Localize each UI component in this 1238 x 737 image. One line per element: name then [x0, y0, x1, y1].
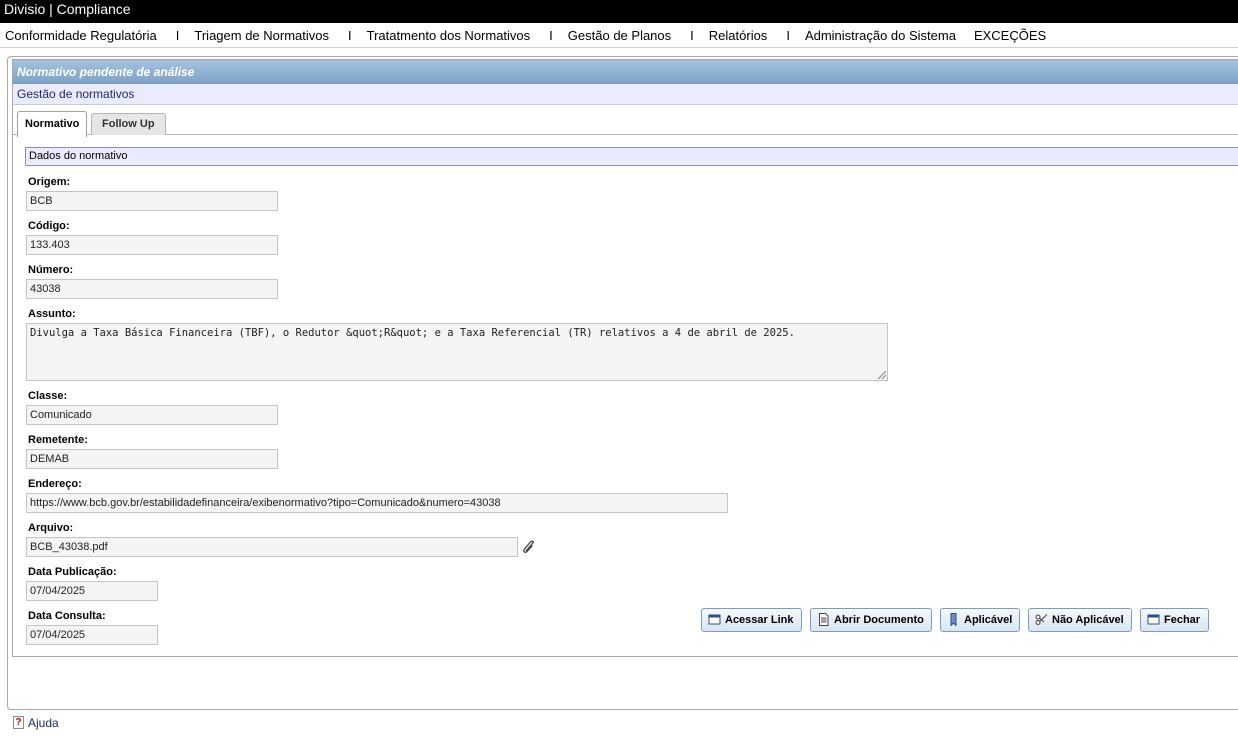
window-icon [1147, 614, 1160, 625]
assunto-label: Assunto: [28, 308, 76, 320]
arquivo-field[interactable]: BCB_43038.pdf [26, 537, 518, 557]
tab-follow-up[interactable]: Follow Up [91, 113, 166, 135]
menu-item-gestao-planos[interactable]: Gestão de Planos [568, 23, 671, 48]
menu-item-triagem[interactable]: Triagem de Normativos [194, 23, 329, 48]
action-bar: Acessar Link Abrir Documento Aplicável N… [0, 608, 1238, 632]
tab-normativo[interactable]: Normativo [17, 111, 88, 137]
menu-separator: I [348, 28, 352, 43]
codigo-label: Código: [28, 220, 70, 232]
acessar-link-label: Acessar Link [725, 614, 794, 626]
section-header: Dados do normativo [25, 147, 1238, 166]
remetente-field[interactable]: DEMAB [26, 449, 278, 469]
app-title: Divisio | Compliance [0, 0, 1238, 23]
main-menu: Conformidade Regulatória I Triagem de Norm… [0, 23, 1238, 48]
scissors-icon [1035, 614, 1048, 625]
aplicavel-button[interactable]: Aplicável [940, 608, 1020, 632]
bookmark-icon [950, 613, 957, 626]
menu-item-relatorios[interactable]: Relatórios [709, 23, 768, 48]
paperclip-icon[interactable] [522, 540, 536, 554]
data-publicacao-label: Data Publicação: [28, 566, 117, 578]
classe-field[interactable]: Comunicado [26, 405, 278, 425]
origem-label: Origem: [28, 176, 71, 188]
origem-field[interactable]: BCB [26, 191, 278, 211]
menu-item-conformidade[interactable]: Conformidade Regulatória [5, 23, 157, 48]
nao-aplicavel-label: Não Aplicável [1052, 614, 1124, 626]
resize-handle-icon[interactable] [878, 371, 886, 379]
menu-item-administracao[interactable]: Administração do Sistema [805, 23, 956, 48]
menu-item-tratamento[interactable]: Tratatmento dos Normativos [367, 23, 531, 48]
acessar-link-button[interactable]: Acessar Link [701, 608, 802, 632]
tab-bar: Normativo Follow Up [13, 107, 1238, 137]
numero-field[interactable]: 43038 [26, 279, 278, 299]
classe-label: Classe: [28, 390, 68, 402]
help-icon: ? [13, 716, 24, 729]
data-publicacao-field[interactable]: 07/04/2025 [26, 581, 158, 601]
nao-aplicavel-button[interactable]: Não Aplicável [1028, 608, 1132, 632]
normativo-panel: Normativo pendente de análise Gestão de … [12, 59, 1238, 657]
codigo-field[interactable]: 133.403 [26, 235, 278, 255]
abrir-documento-button[interactable]: Abrir Documento [810, 608, 932, 632]
fechar-label: Fechar [1164, 614, 1201, 626]
numero-label: Número: [28, 264, 74, 276]
panel-title: Normativo pendente de análise [13, 60, 1238, 84]
remetente-label: Remetente: [28, 434, 88, 446]
menu-separator: I [690, 28, 694, 43]
menu-separator: I [786, 28, 790, 43]
menu-item-excecoes[interactable]: EXCEÇÕES [974, 23, 1046, 48]
arquivo-label: Arquivo: [28, 522, 74, 534]
abrir-documento-label: Abrir Documento [834, 614, 924, 626]
menu-separator: I [549, 28, 553, 43]
endereco-label: Endereço: [28, 478, 82, 490]
window-icon [708, 614, 721, 625]
menu-separator: I [175, 28, 180, 43]
document-icon [819, 613, 829, 626]
help-link[interactable]: ? Ajuda [13, 715, 59, 731]
help-label: Ajuda [28, 716, 59, 730]
assunto-textarea[interactable]: Divulga a Taxa Básica Financeira (TBF), … [26, 323, 888, 381]
endereco-field[interactable]: https://www.bcb.gov.br/estabilidadefinan… [26, 493, 728, 513]
panel-subtitle: Gestão de normativos [13, 84, 1238, 105]
assunto-text: Divulga a Taxa Básica Financeira (TBF), … [30, 327, 795, 339]
fechar-button[interactable]: Fechar [1140, 608, 1209, 632]
aplicavel-label: Aplicável [964, 614, 1013, 626]
